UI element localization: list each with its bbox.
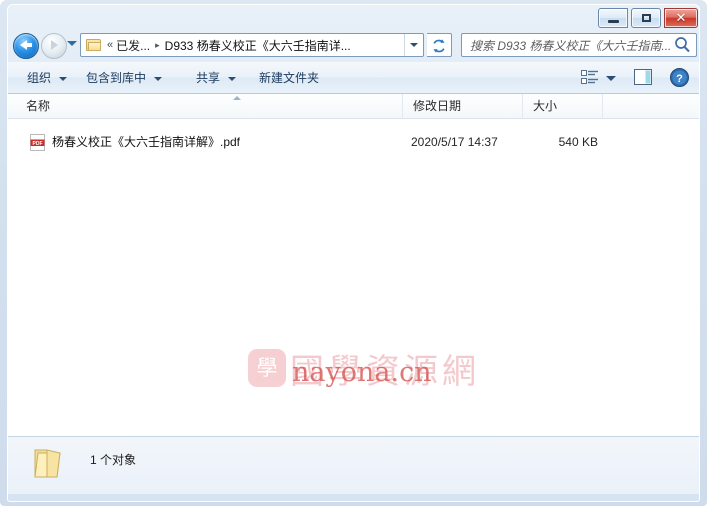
status-text: 1 个对象: [90, 453, 137, 467]
minimize-button[interactable]: [598, 8, 628, 28]
chevron-down-icon: [154, 76, 163, 81]
breadcrumb-current[interactable]: D933 杨春义校正《大六壬指南详...: [165, 37, 404, 54]
pdf-file-icon: PDF: [30, 134, 47, 152]
refresh-icon: [433, 39, 445, 53]
svg-text:?: ?: [676, 73, 683, 85]
back-arrow-tail: [26, 43, 32, 47]
view-options-icon[interactable]: [581, 70, 599, 86]
share-button[interactable]: 共享: [190, 68, 242, 89]
share-label: 共享: [196, 71, 221, 85]
chevron-down-icon: [59, 76, 68, 81]
watermark-chinese-text: 國學資源網: [290, 352, 480, 392]
explorer-window: ✕ « 已发... ▸ D933 杨春义校正《大六壬指南详... 搜索 D933…: [0, 0, 707, 506]
search-input[interactable]: 搜索 D933 杨春义校正《大六壬指南...: [462, 37, 670, 54]
search-icon[interactable]: [670, 34, 696, 56]
svg-text:PDF: PDF: [33, 141, 43, 147]
address-bar[interactable]: « 已发... ▸ D933 杨春义校正《大六壬指南详...: [80, 33, 424, 57]
file-list-pane[interactable]: PDF 杨春义校正《大六壬指南详解》.pdf 2020/5/17 14:37 5…: [8, 119, 699, 436]
folder-icon: [86, 38, 102, 52]
watermark-logo-badge: 學: [248, 349, 286, 387]
column-header-row: 名称 修改日期 大小: [8, 94, 699, 119]
include-in-library-button[interactable]: 包含到库中: [80, 68, 168, 89]
new-folder-label: 新建文件夹: [259, 71, 320, 85]
navigation-bar: « 已发... ▸ D933 杨春义校正《大六壬指南详... 搜索 D933 杨…: [8, 31, 699, 59]
maximize-button[interactable]: [631, 8, 661, 28]
organize-label: 组织: [27, 71, 52, 85]
minimize-icon: [608, 20, 619, 23]
command-toolbar: 组织 包含到库中 共享 新建文件夹 ?: [8, 62, 699, 94]
close-button[interactable]: ✕: [664, 8, 698, 28]
folder-icon: [30, 446, 70, 482]
breadcrumb-parent[interactable]: 已发...: [116, 37, 150, 54]
view-options-chevron-down-icon[interactable]: [606, 76, 616, 81]
help-icon[interactable]: ?: [670, 68, 689, 87]
close-icon: ✕: [675, 10, 687, 25]
file-name-cell[interactable]: 杨春义校正《大六壬指南详解》.pdf: [52, 131, 240, 153]
breadcrumb-overflow-icon[interactable]: «: [102, 39, 116, 51]
preview-pane-icon[interactable]: [634, 69, 654, 86]
status-bar: 1 个对象: [8, 436, 699, 494]
refresh-button[interactable]: [427, 33, 452, 57]
sort-ascending-icon: [233, 96, 241, 100]
recent-pages-chevron-down-icon[interactable]: [67, 41, 77, 46]
file-size-cell: 540 KB: [558, 135, 598, 149]
column-header-name[interactable]: 名称: [16, 94, 403, 118]
breadcrumb-separator-icon[interactable]: ▸: [150, 40, 165, 51]
column-header-size[interactable]: 大小: [523, 94, 603, 118]
file-date-cell: 2020/5/17 14:37: [411, 135, 498, 149]
watermark: 學 國學資源網 nayona.cn: [248, 344, 498, 408]
new-folder-button[interactable]: 新建文件夹: [253, 68, 325, 89]
forward-arrow-icon: [51, 40, 58, 50]
maximize-icon: [642, 14, 651, 22]
chevron-down-icon: [228, 76, 237, 81]
forward-button[interactable]: [41, 33, 67, 59]
column-header-date-modified[interactable]: 修改日期: [403, 94, 523, 118]
address-chevron-down-icon[interactable]: [404, 34, 423, 56]
organize-button[interactable]: 组织: [21, 68, 73, 89]
back-button[interactable]: [13, 33, 39, 59]
watermark-latin-text: nayona.cn: [292, 357, 432, 388]
table-row[interactable]: PDF 杨春义校正《大六壬指南详解》.pdf 2020/5/17 14:37 5…: [8, 131, 699, 153]
watermark-badge-glyph: 學: [256, 356, 278, 380]
search-box[interactable]: 搜索 D933 杨春义校正《大六壬指南...: [461, 33, 697, 57]
include-in-library-label: 包含到库中: [86, 71, 147, 85]
column-header-blank[interactable]: [603, 94, 699, 118]
title-bar: ✕: [0, 0, 707, 29]
